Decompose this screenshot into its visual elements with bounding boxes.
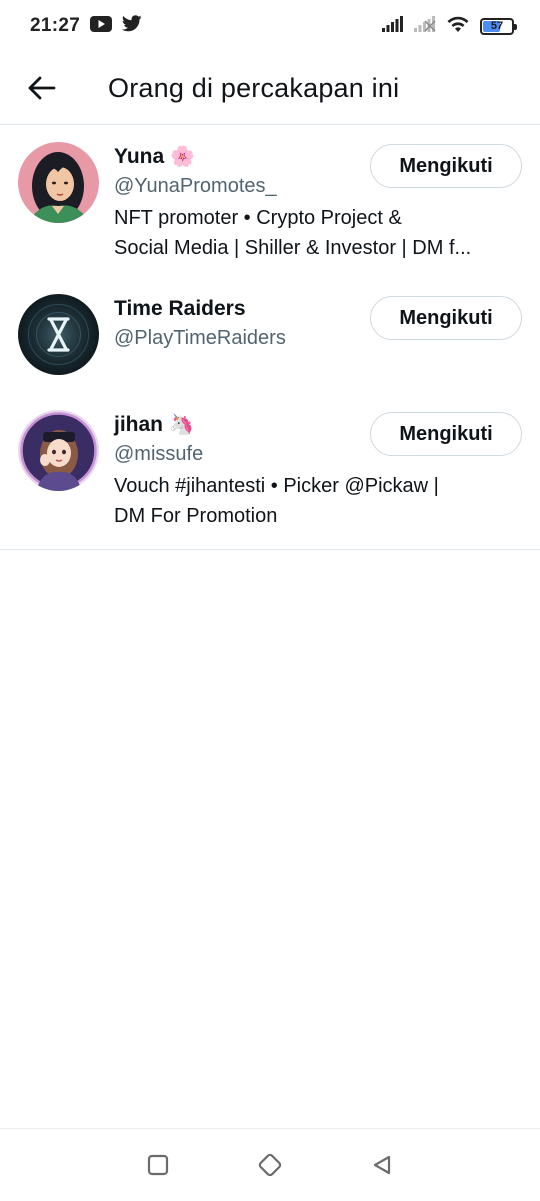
wifi-icon xyxy=(446,15,470,38)
unicorn-emoji: 🦄 xyxy=(169,415,194,435)
page-title: Orang di percakapan ini xyxy=(108,73,399,104)
recents-square-icon xyxy=(147,1154,169,1176)
user-name[interactable]: Time Raiders xyxy=(114,297,246,321)
battery-icon: 57 xyxy=(480,18,514,35)
bio-line: NFT promoter • Crypto Project & xyxy=(114,203,516,233)
bio-line: DM For Promotion xyxy=(114,501,516,531)
system-nav-bar xyxy=(0,1128,540,1200)
twitter-icon xyxy=(122,15,142,37)
bio-line: Social Media | Shiller & Investor | DM f… xyxy=(114,233,516,263)
avatar[interactable] xyxy=(18,294,99,375)
list-item[interactable]: Time Raiders @PlayTimeRaiders Mengikuti xyxy=(0,279,540,395)
youtube-icon xyxy=(90,16,112,37)
header: Orang di percakapan ini xyxy=(0,52,540,125)
following-button[interactable]: Mengikuti xyxy=(370,296,522,340)
avatar[interactable] xyxy=(18,142,99,223)
back-button[interactable] xyxy=(0,52,86,125)
user-bio: Vouch #jihantesti • Picker @Pickaw | DM … xyxy=(114,471,522,531)
battery-level: 57 xyxy=(491,20,503,32)
following-button[interactable]: Mengikuti xyxy=(370,412,522,456)
list-item[interactable]: jihan 🦄 @missufe Vouch #jihantesti • Pic… xyxy=(0,395,540,549)
back-triangle-icon xyxy=(371,1154,393,1176)
following-button[interactable]: Mengikuti xyxy=(370,144,522,188)
home-button[interactable] xyxy=(214,1129,326,1201)
user-name[interactable]: Yuna xyxy=(114,145,164,169)
list-item[interactable]: Yuna 🌸 @YunaPromotes_ NFT promoter • Cry… xyxy=(0,125,540,279)
recents-button[interactable] xyxy=(102,1129,214,1201)
home-diamond-icon xyxy=(256,1151,284,1179)
status-left: 21:27 xyxy=(30,15,142,37)
user-name[interactable]: jihan xyxy=(114,413,163,437)
avatar[interactable] xyxy=(18,410,99,491)
signal-icon xyxy=(382,16,404,37)
signal-no-icon xyxy=(414,16,436,37)
status-right: 57 xyxy=(382,15,514,38)
status-time: 21:27 xyxy=(30,15,80,37)
bio-line: Vouch #jihantesti • Picker @Pickaw | xyxy=(114,471,516,501)
back-nav-button[interactable] xyxy=(326,1129,438,1201)
status-bar: 21:27 57 xyxy=(0,0,540,52)
user-bio: NFT promoter • Crypto Project & Social M… xyxy=(114,203,522,263)
cherry-blossom-emoji: 🌸 xyxy=(170,147,195,167)
arrow-left-icon xyxy=(28,76,56,100)
user-list: Yuna 🌸 @YunaPromotes_ NFT promoter • Cry… xyxy=(0,125,540,550)
